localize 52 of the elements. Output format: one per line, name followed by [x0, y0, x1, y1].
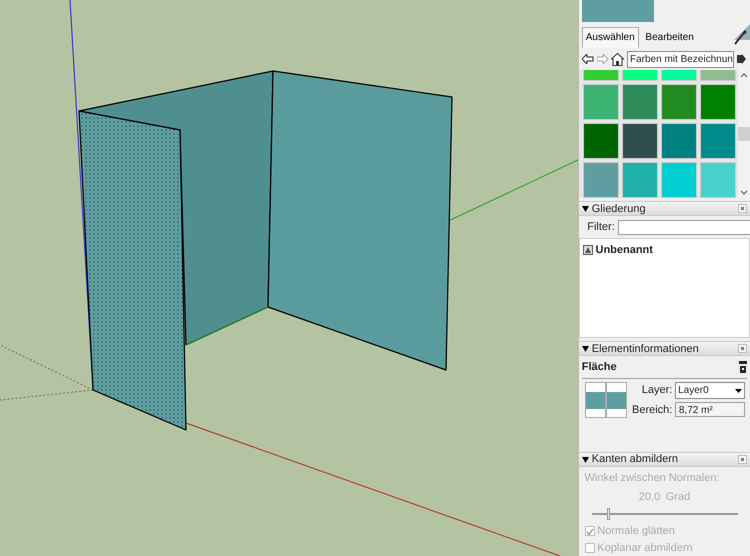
panel-header[interactable]: Gliederung: [579, 201, 750, 216]
front-face-swatch[interactable]: [584, 382, 606, 418]
panel-header[interactable]: Elementinformationen: [579, 341, 750, 356]
scrollbar-thumb[interactable]: [738, 127, 750, 142]
slider-thumb[interactable]: [607, 508, 610, 520]
close-icon[interactable]: [738, 344, 747, 354]
caret-icon[interactable]: [582, 456, 589, 462]
filter-field[interactable]: [618, 220, 750, 235]
filter-label: Filter:: [587, 220, 615, 235]
layer-dropdown[interactable]: Layer0: [675, 382, 744, 399]
panel-title: Kanten abmildern: [592, 452, 679, 468]
color-swatch[interactable]: [661, 123, 697, 160]
color-swatch[interactable]: [700, 162, 736, 198]
eyedropper-icon[interactable]: [733, 29, 748, 46]
checkbox-label: Koplanar abmildern: [597, 540, 693, 556]
color-swatch[interactable]: [622, 123, 658, 160]
model-icon[interactable]: [582, 245, 593, 256]
color-swatch[interactable]: [622, 162, 658, 198]
outliner-item[interactable]: Unbenannt: [596, 242, 653, 258]
color-swatch[interactable]: [583, 84, 619, 120]
panel-title: Gliederung: [592, 202, 647, 216]
color-swatch[interactable]: [583, 162, 619, 198]
color-swatch[interactable]: [661, 162, 697, 198]
details-arrow-icon[interactable]: [736, 53, 748, 65]
close-icon[interactable]: [738, 455, 747, 464]
back-face-swatch[interactable]: [606, 382, 626, 418]
angle-value: 20,0: [638, 490, 660, 505]
checkbox-label: Normale glätten: [597, 524, 675, 539]
close-icon[interactable]: [738, 204, 747, 214]
entity-type: Fläche: [582, 360, 618, 375]
home-icon[interactable]: [611, 52, 624, 66]
color-swatch[interactable]: [700, 123, 736, 160]
angle-unit: Grad: [666, 490, 690, 505]
dropdown-caret-icon[interactable]: [734, 388, 742, 392]
color-swatch[interactable]: [622, 84, 658, 120]
back-arrow-icon[interactable]: [582, 54, 594, 64]
tab[interactable]: Bearbeiten: [641, 26, 698, 48]
color-swatch[interactable]: [700, 84, 736, 120]
color-swatch[interactable]: [583, 123, 619, 160]
scrollbar[interactable]: [738, 70, 750, 198]
angle-label: Winkel zwischen Normalen:: [584, 470, 721, 486]
area-value: 8,72 m²: [675, 402, 744, 417]
tab[interactable]: Auswählen: [582, 26, 639, 48]
library-dropdown[interactable]: Farben mit Bezeichnun: [627, 50, 734, 68]
panel-header[interactable]: Kanten abmildern: [579, 452, 750, 467]
color-swatch[interactable]: [661, 84, 697, 120]
caret-icon[interactable]: [582, 346, 589, 352]
layer-label: Layer:: [640, 383, 672, 398]
area-label: Bereich:: [632, 402, 672, 418]
panel-title: Elementinformationen: [592, 342, 700, 356]
lock-icon[interactable]: [739, 361, 748, 374]
caret-icon[interactable]: [582, 206, 589, 212]
